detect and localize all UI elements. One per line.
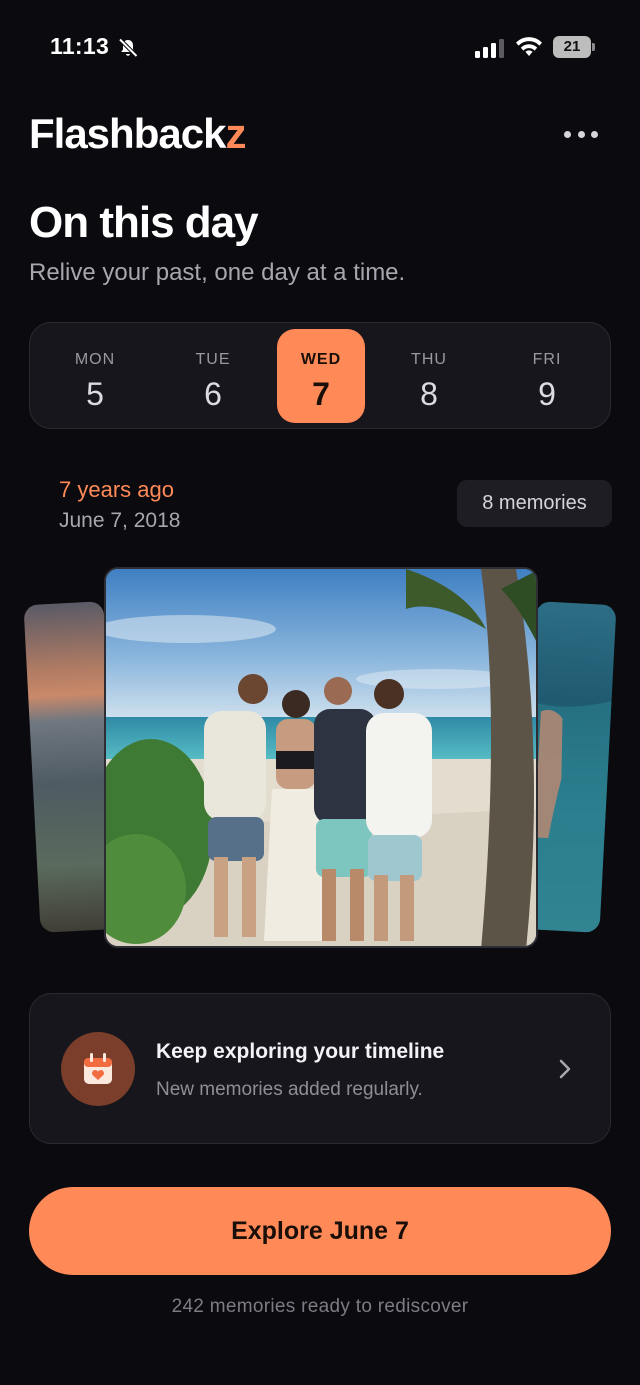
day-wednesday-selected[interactable]: WED 7 [277, 329, 365, 423]
more-options-button[interactable] [562, 124, 600, 144]
dot-icon [564, 130, 571, 138]
day-of-week: TUE [195, 351, 231, 368]
explore-card-title: Keep exploring your timeline [156, 1040, 445, 1063]
day-friday[interactable]: FRI 9 [503, 329, 591, 423]
app-logo: Flashbackz [29, 110, 246, 158]
memory-count-badge[interactable]: 8 memories [457, 480, 612, 527]
wifi-icon [516, 37, 542, 56]
cellular-signal-icon [475, 39, 504, 58]
day-thursday[interactable]: THU 8 [385, 329, 473, 423]
years-ago-label: 7 years ago [59, 477, 174, 502]
memory-photo[interactable] [104, 567, 538, 948]
dot-icon [591, 130, 598, 138]
brand-name: Flashback [29, 110, 226, 157]
calendar-icon-badge [61, 1032, 135, 1106]
day-selector: MON 5 TUE 6 WED 7 THU 8 FRI 9 [29, 322, 611, 429]
day-number: 8 [420, 376, 438, 412]
page-title: On this day [29, 198, 259, 247]
day-number: 9 [538, 376, 556, 412]
bell-muted-icon [118, 38, 138, 58]
day-number: 5 [86, 376, 104, 412]
day-monday[interactable]: MON 5 [51, 329, 139, 423]
status-bar: 11:13 21 [0, 0, 640, 90]
day-number: 6 [204, 376, 222, 412]
brand-accent: z [225, 110, 246, 157]
page-subtitle: Relive your past, one day at a time. [29, 259, 406, 286]
battery-level: 21 [563, 38, 581, 55]
explore-timeline-card[interactable]: Keep exploring your timeline New memorie… [29, 993, 611, 1144]
day-tuesday[interactable]: TUE 6 [169, 329, 257, 423]
day-of-week: THU [411, 351, 447, 368]
calendar-heart-icon [84, 1053, 112, 1084]
day-of-week: MON [74, 351, 116, 368]
memories-footnote: 242 memories ready to rediscover [171, 1296, 469, 1317]
memory-date: June 7, 2018 [59, 509, 181, 532]
day-of-week: FRI [532, 351, 562, 368]
dot-icon [577, 130, 585, 138]
beach-group-photo [106, 569, 536, 946]
battery-icon: 21 [553, 36, 595, 58]
explore-card-subtitle: New memories added regularly. [156, 1079, 423, 1100]
day-of-week: WED [300, 351, 342, 368]
chevron-right-icon [559, 1059, 571, 1079]
day-number: 7 [312, 376, 330, 412]
clock: 11:13 [50, 33, 110, 59]
explore-date-button[interactable]: Explore June 7 [29, 1187, 611, 1275]
